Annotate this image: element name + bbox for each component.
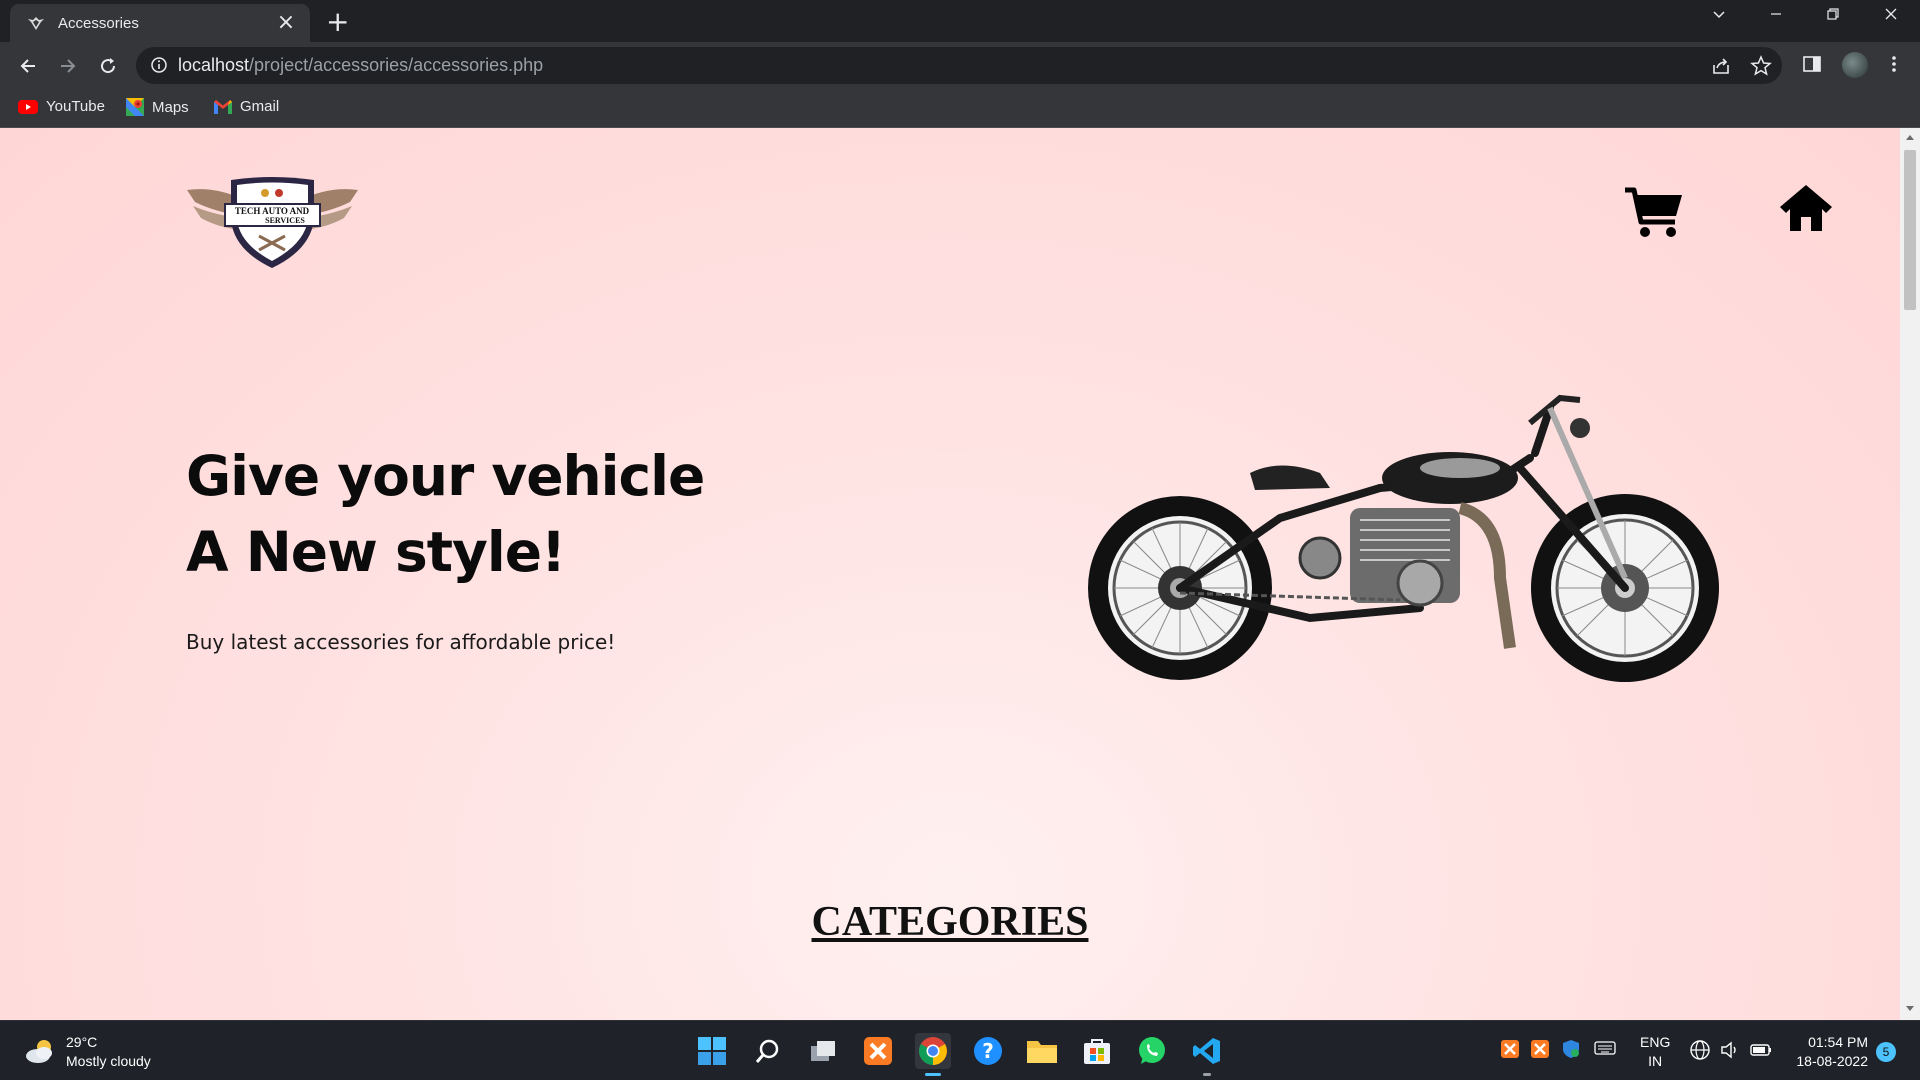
folder-icon bbox=[1027, 1041, 1057, 1063]
reload-button[interactable] bbox=[92, 50, 124, 82]
hero-subtitle: Buy latest accessories for affordable pr… bbox=[186, 630, 616, 654]
clock-date: 18-08-2022 bbox=[1796, 1053, 1868, 1069]
bookmarks-bar: YouTube Maps Gmail bbox=[0, 89, 1920, 128]
bookmark-maps[interactable]: Maps bbox=[126, 98, 189, 116]
maps-icon bbox=[126, 98, 144, 116]
windows-taskbar: 29°C Mostly cloudy ? ENG IN 01:54 PM 18-… bbox=[0, 1020, 1920, 1080]
language-indicator[interactable]: ENG IN bbox=[1640, 1033, 1670, 1071]
taskbar-vscode-app[interactable] bbox=[1189, 1033, 1225, 1076]
bookmark-label: YouTube bbox=[46, 98, 105, 115]
weather-temp: 29°C bbox=[66, 1034, 98, 1050]
help-icon: ? bbox=[974, 1037, 1002, 1065]
start-button[interactable] bbox=[694, 1033, 730, 1069]
url-path: /project/accessories/accessories.php bbox=[249, 55, 544, 75]
taskbar-whatsapp-app[interactable] bbox=[1134, 1033, 1170, 1069]
tab-title: Accessories bbox=[58, 14, 139, 32]
taskbar-help-app[interactable]: ? bbox=[970, 1033, 1006, 1069]
taskbar-file-explorer-app[interactable] bbox=[1024, 1033, 1060, 1069]
logo-text-1: TECH AUTO AND bbox=[235, 206, 310, 216]
scroll-thumb[interactable] bbox=[1904, 150, 1916, 310]
back-arrow-icon bbox=[20, 59, 35, 73]
taskbar-xampp-app[interactable] bbox=[860, 1033, 896, 1069]
tray-xampp-secondary-icon[interactable] bbox=[1530, 1039, 1550, 1059]
hero-title-line-2: A New style! bbox=[186, 520, 566, 584]
minimize-button[interactable] bbox=[1761, 6, 1791, 27]
bookmark-gmail[interactable]: Gmail bbox=[214, 98, 279, 115]
restore-button[interactable] bbox=[1818, 6, 1848, 27]
system-clock[interactable]: 01:54 PM 18-08-2022 bbox=[1778, 1033, 1868, 1071]
network-globe-icon[interactable] bbox=[1689, 1039, 1711, 1061]
tray-xampp-icon[interactable] bbox=[1500, 1039, 1520, 1059]
whatsapp-icon bbox=[1139, 1037, 1165, 1064]
url-host: localhost bbox=[178, 55, 250, 75]
hero-title-line-1: Give your vehicle bbox=[186, 444, 705, 508]
windows-start-icon bbox=[698, 1037, 726, 1065]
logo-text-2: SERVICES bbox=[265, 216, 305, 225]
scroll-up-arrow-icon[interactable] bbox=[1906, 135, 1914, 140]
svg-text:?: ? bbox=[982, 1039, 994, 1063]
forward-button[interactable] bbox=[52, 50, 84, 82]
clock-time: 01:54 PM bbox=[1808, 1034, 1868, 1050]
taskbar-search-button[interactable] bbox=[750, 1033, 786, 1069]
tray-security-shield-icon[interactable] bbox=[1561, 1039, 1581, 1059]
search-icon bbox=[755, 1039, 779, 1063]
site-info-icon[interactable] bbox=[150, 56, 168, 74]
browser-tab[interactable]: Accessories × bbox=[10, 4, 310, 42]
page-viewport: TECH AUTO AND SERVICES Give your vehicle… bbox=[0, 128, 1900, 1020]
store-icon bbox=[1084, 1039, 1110, 1064]
share-icon[interactable] bbox=[1710, 55, 1732, 77]
task-view-button[interactable] bbox=[805, 1033, 841, 1069]
keyboard-icon[interactable] bbox=[1594, 1039, 1616, 1057]
weather-widget[interactable]: 29°C Mostly cloudy bbox=[24, 1033, 151, 1071]
cart-icon[interactable] bbox=[1625, 186, 1683, 238]
address-bar[interactable]: localhost/project/accessories/accessorie… bbox=[136, 47, 1782, 84]
scroll-down-arrow-icon[interactable] bbox=[1906, 1006, 1914, 1011]
motorcycle-image bbox=[1088, 394, 1719, 682]
bookmark-star-icon[interactable] bbox=[1750, 55, 1772, 77]
back-button[interactable] bbox=[12, 50, 44, 82]
url-text[interactable]: localhost/project/accessories/accessorie… bbox=[178, 55, 543, 76]
logo[interactable]: TECH AUTO AND SERVICES bbox=[185, 176, 360, 272]
bookmark-youtube[interactable]: YouTube bbox=[18, 98, 105, 115]
bookmark-label: Maps bbox=[152, 98, 189, 116]
tab-close-icon[interactable]: × bbox=[274, 12, 298, 34]
tab-search-chevron-icon[interactable] bbox=[1704, 6, 1734, 27]
hero-title: Give your vehicle A New style! bbox=[186, 438, 705, 590]
new-tab-button[interactable]: + bbox=[326, 8, 349, 36]
taskbar-chrome-app[interactable] bbox=[915, 1033, 951, 1076]
tab-bar: Accessories × + bbox=[0, 0, 1920, 42]
browser-toolbar: localhost/project/accessories/accessorie… bbox=[0, 42, 1920, 89]
weather-desc: Mostly cloudy bbox=[66, 1053, 151, 1069]
cloudy-weather-icon bbox=[26, 1040, 52, 1063]
notification-badge[interactable]: 5 bbox=[1876, 1042, 1896, 1062]
forward-arrow-icon bbox=[61, 59, 76, 73]
reload-icon bbox=[101, 58, 116, 74]
profile-avatar[interactable] bbox=[1842, 52, 1868, 78]
gmail-icon bbox=[214, 99, 232, 114]
home-icon[interactable] bbox=[1778, 183, 1834, 233]
taskbar-store-app[interactable] bbox=[1079, 1033, 1115, 1069]
site-favicon-icon bbox=[28, 17, 44, 30]
close-window-button[interactable] bbox=[1876, 6, 1906, 27]
categories-title: CATEGORIES bbox=[811, 899, 1089, 945]
lang-line-2: IN bbox=[1648, 1053, 1663, 1069]
more-menu-icon[interactable] bbox=[1884, 54, 1904, 74]
vscode-icon bbox=[1193, 1038, 1220, 1064]
xampp-icon bbox=[864, 1037, 892, 1065]
lang-line-1: ENG bbox=[1640, 1034, 1671, 1050]
page-scrollbar[interactable] bbox=[1900, 128, 1920, 1020]
categories-heading: CATEGORIES bbox=[0, 898, 1900, 946]
task-view-icon bbox=[811, 1041, 835, 1061]
battery-icon[interactable] bbox=[1749, 1039, 1773, 1061]
bookmark-label: Gmail bbox=[240, 98, 280, 115]
volume-icon[interactable] bbox=[1719, 1039, 1741, 1061]
chrome-icon bbox=[919, 1037, 947, 1065]
youtube-icon bbox=[18, 99, 38, 114]
side-panel-icon[interactable] bbox=[1802, 54, 1822, 74]
